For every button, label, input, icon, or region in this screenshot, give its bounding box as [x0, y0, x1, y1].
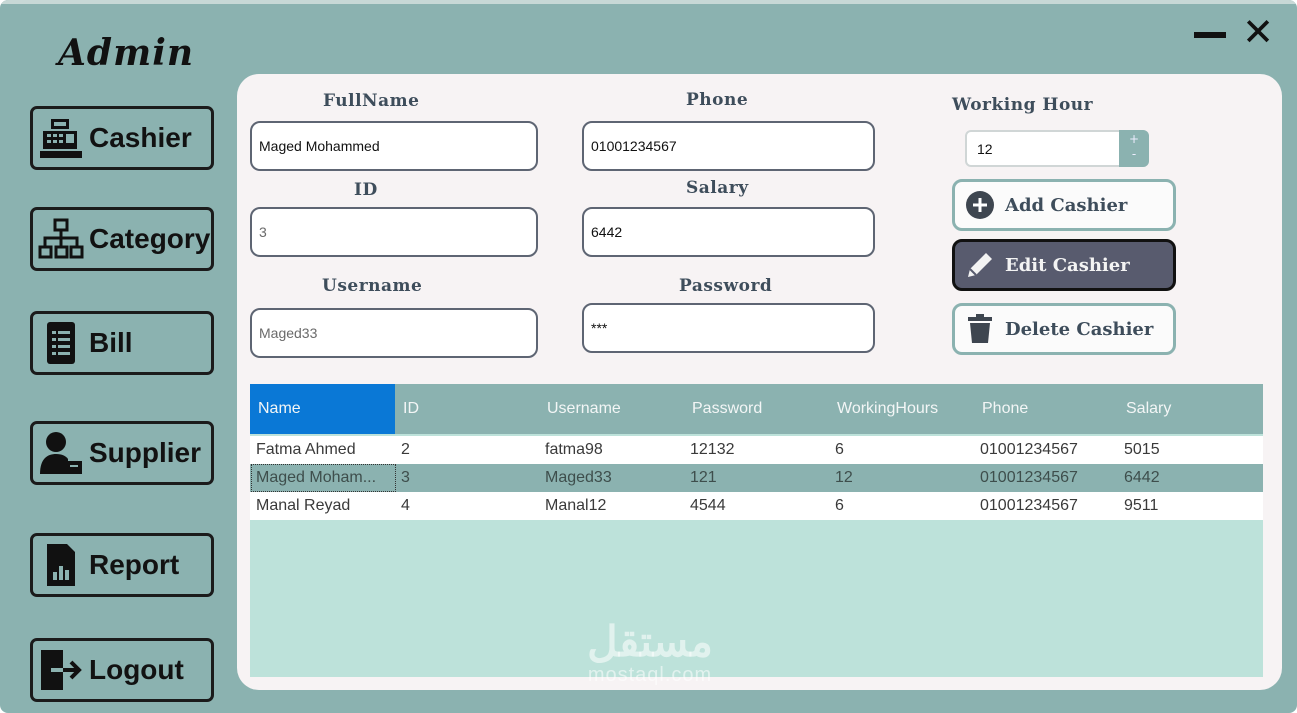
app-title: Admin [58, 32, 195, 74]
id-label: ID [354, 180, 378, 200]
phone-field[interactable]: 01001234567 [582, 121, 875, 171]
phone-label: Phone [686, 90, 749, 110]
sidebar-item-cashier[interactable]: Cashier [30, 106, 214, 170]
salary-field[interactable]: 6442 [582, 207, 875, 257]
pencil-icon [955, 242, 1005, 288]
sidebar-item-category[interactable]: Category [30, 207, 214, 271]
title-strip [0, 0, 1297, 4]
table-row-selected[interactable]: Maged Moham... 3 Maged33 121 12 01001234… [250, 464, 1263, 492]
sidebar-item-report[interactable]: Report [30, 533, 214, 597]
table-cell: 01001234567 [980, 469, 1078, 486]
delete-cashier-label: Delete Cashier [1005, 318, 1154, 340]
username-field[interactable]: Maged33 [250, 308, 538, 358]
column-header-id[interactable]: ID [395, 384, 540, 434]
table-cell: Fatma Ahmed [256, 441, 356, 458]
table-cell: fatma98 [545, 441, 603, 458]
sidebar-item-supplier[interactable]: Supplier [30, 421, 214, 485]
table-cell: 3 [401, 469, 410, 486]
working-hour-label: Working Hour [952, 95, 1094, 115]
table-cell: 4 [401, 497, 410, 514]
sidebar-item-bill[interactable]: Bill [30, 311, 214, 375]
table-cell: 5015 [1124, 441, 1160, 458]
edit-cashier-button[interactable]: Edit Cashier [952, 239, 1176, 291]
column-header-salary[interactable]: Salary [1118, 384, 1263, 434]
close-button[interactable]: ✕ [1240, 13, 1276, 51]
column-header-username[interactable]: Username [539, 384, 684, 434]
salary-label: Salary [686, 178, 749, 198]
delete-cashier-button[interactable]: Delete Cashier [952, 303, 1176, 355]
sidebar-item-logout[interactable]: Logout [30, 638, 214, 702]
fullname-field[interactable]: Maged Mohammed [250, 121, 538, 171]
sidebar-item-label: Logout [89, 654, 184, 685]
sitemap-icon [33, 213, 89, 265]
sidebar-item-label: Bill [89, 327, 133, 358]
logout-icon [33, 644, 89, 696]
receipt-icon [33, 317, 89, 369]
user-tie-icon [33, 427, 89, 479]
stepper-decrement-button[interactable]: - [1119, 147, 1149, 162]
table-row[interactable]: Fatma Ahmed 2 fatma98 12132 6 0100123456… [250, 436, 1263, 464]
sidebar-item-label: Cashier [89, 122, 192, 153]
sidebar-item-label: Supplier [89, 437, 202, 468]
plus-circle-icon [955, 182, 1005, 228]
working-hour-value: 12 [977, 141, 993, 157]
table-cell: Maged Moham... [251, 464, 396, 492]
column-header-name[interactable]: Name [250, 384, 395, 434]
column-header-workinghours[interactable]: WorkingHours [829, 384, 974, 434]
edit-cashier-label: Edit Cashier [1005, 254, 1130, 276]
app-window: Admin ✕ Cashier Category Bill Supplier R… [0, 0, 1297, 713]
table-cell: 6 [835, 497, 844, 514]
add-cashier-label: Add Cashier [1005, 194, 1128, 216]
fullname-label: FullName [323, 91, 420, 111]
stepper-buttons[interactable]: + - [1119, 130, 1149, 167]
add-cashier-button[interactable]: Add Cashier [952, 179, 1176, 231]
report-chart-icon [33, 539, 89, 591]
id-field[interactable]: 3 [250, 207, 538, 257]
password-field[interactable]: *** [582, 303, 875, 353]
table-cell: 12 [835, 469, 853, 486]
table-cell: 6442 [1124, 469, 1160, 486]
table-row[interactable]: Manal Reyad 4 Manal12 4544 6 01001234567… [250, 492, 1263, 520]
table-cell: 2 [401, 441, 410, 458]
table-cell: Manal Reyad [256, 497, 351, 514]
table-cell: Manal12 [545, 497, 607, 514]
sidebar-item-label: Report [89, 549, 180, 580]
table-cell: 6 [835, 441, 844, 458]
table-header: Name ID Username Password WorkingHours P… [250, 384, 1263, 434]
stepper-increment-button[interactable]: + [1119, 132, 1149, 147]
table-cell: Maged33 [545, 469, 612, 486]
working-hour-stepper[interactable]: 12 + - [965, 130, 1149, 167]
column-header-password[interactable]: Password [684, 384, 829, 434]
cash-register-icon [33, 112, 89, 164]
table-cell: 9511 [1124, 497, 1159, 514]
minimize-button[interactable] [1192, 14, 1228, 50]
table-cell: 01001234567 [980, 497, 1078, 514]
cashier-table[interactable]: Name ID Username Password WorkingHours P… [250, 384, 1263, 677]
table-cell: 121 [690, 469, 717, 486]
trash-icon [955, 306, 1005, 352]
password-label: Password [679, 276, 773, 296]
watermark-latin: mostaql.com [587, 664, 713, 686]
main-panel: FullName Maged Mohammed Phone 0100123456… [237, 74, 1282, 690]
sidebar-item-label: Category [89, 223, 211, 254]
watermark: مستقل mostaql.com [570, 620, 730, 687]
watermark-arabic: مستقل [587, 618, 713, 665]
table-cell: 12132 [690, 441, 735, 458]
table-cell: 01001234567 [980, 441, 1078, 458]
username-label: Username [322, 276, 423, 296]
table-cell: 4544 [690, 497, 726, 514]
column-header-phone[interactable]: Phone [974, 384, 1119, 434]
